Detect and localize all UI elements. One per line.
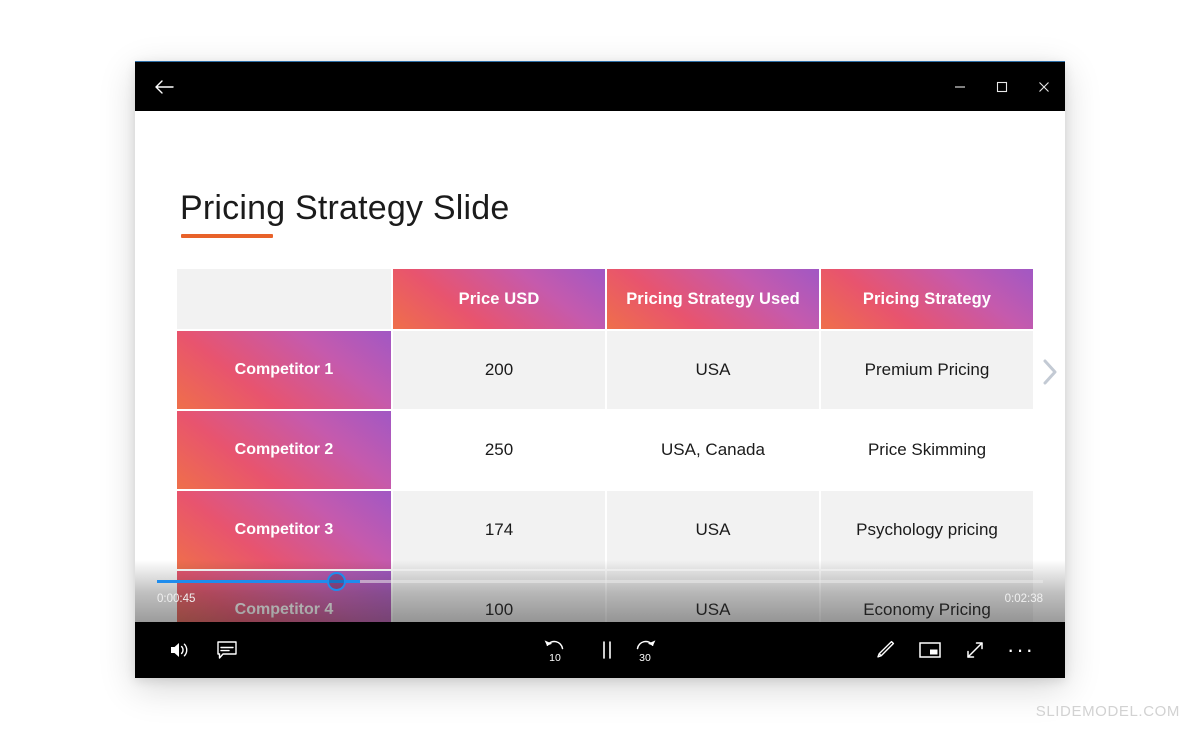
table-row: Competitor 3 174 USA Psychology pricing [177, 491, 1033, 569]
table-row: Competitor 2 250 USA, Canada Price Skimm… [177, 411, 1033, 489]
captions-icon [217, 641, 237, 659]
rewind-10-icon: 10 [544, 640, 564, 663]
column-header-price-usd: Price USD [393, 269, 605, 329]
column-header-pricing-strategy: Pricing Strategy [821, 269, 1033, 329]
rewind-10-button[interactable]: 10 [535, 630, 575, 670]
table-corner-cell [177, 269, 391, 329]
back-button[interactable] [147, 72, 181, 102]
fullscreen-button[interactable] [955, 630, 995, 670]
maximize-button[interactable] [981, 62, 1023, 112]
cell-price-1: 200 [393, 331, 605, 409]
row-label-competitor-2: Competitor 2 [177, 411, 391, 489]
chevron-right-icon [1043, 359, 1057, 385]
minimize-icon [955, 86, 965, 88]
next-slide-button[interactable] [1040, 357, 1060, 392]
watermark: SLIDEMODEL.COM [1035, 703, 1180, 720]
cell-market-2: USA, Canada [607, 411, 819, 489]
cell-market-3: USA [607, 491, 819, 569]
arrow-left-icon [155, 80, 174, 94]
mini-player-icon [919, 642, 941, 658]
volume-icon [171, 643, 188, 657]
minimize-button[interactable] [939, 62, 981, 112]
pause-icon [603, 641, 611, 659]
forward-30-icon: 30 [636, 640, 656, 663]
forward-30-button[interactable]: 30 [625, 630, 665, 670]
row-label-competitor-3: Competitor 3 [177, 491, 391, 569]
video-player-window: Pricing Strategy Slide Price USD Pricing… [135, 61, 1065, 678]
seek-thumb[interactable] [327, 572, 346, 591]
cell-strategy-2: Price Skimming [821, 411, 1033, 489]
more-options-label: ··· [1007, 637, 1035, 662]
cell-strategy-3: Psychology pricing [821, 491, 1033, 569]
window-controls [939, 62, 1065, 112]
close-button[interactable] [1023, 62, 1065, 112]
title-bar [135, 61, 1065, 111]
column-header-pricing-strategy-used: Pricing Strategy Used [607, 269, 819, 329]
table-header-row: Price USD Pricing Strategy Used Pricing … [177, 269, 1033, 329]
current-time-label: 0:00:45 [157, 593, 196, 605]
fullscreen-icon [967, 642, 983, 658]
cell-price-2: 250 [393, 411, 605, 489]
close-icon [1039, 82, 1049, 92]
screen: Pricing Strategy Slide Price USD Pricing… [0, 0, 1200, 743]
title-accent-rule [181, 234, 273, 238]
page-title: Pricing Strategy Slide [180, 189, 510, 227]
cell-strategy-1: Premium Pricing [821, 331, 1033, 409]
cell-price-3: 174 [393, 491, 605, 569]
svg-text:10: 10 [549, 652, 561, 663]
captions-button[interactable] [207, 630, 247, 670]
pencil-icon [877, 640, 895, 658]
total-time-label: 0:02:38 [1004, 593, 1043, 605]
draw-button[interactable] [865, 630, 905, 670]
svg-text:30: 30 [639, 652, 651, 663]
seek-area[interactable]: 0:00:45 0:02:38 [135, 568, 1065, 622]
player-control-bar: 10 30 ··· [135, 622, 1065, 678]
maximize-icon [996, 81, 1008, 93]
table-row: Competitor 1 200 USA Premium Pricing [177, 331, 1033, 409]
cell-market-1: USA [607, 331, 819, 409]
mini-player-button[interactable] [910, 630, 950, 670]
seek-bar[interactable] [157, 580, 1043, 583]
volume-button[interactable] [160, 630, 200, 670]
play-pause-button[interactable] [587, 630, 627, 670]
more-options-button[interactable]: ··· [1001, 630, 1041, 670]
row-label-competitor-1: Competitor 1 [177, 331, 391, 409]
